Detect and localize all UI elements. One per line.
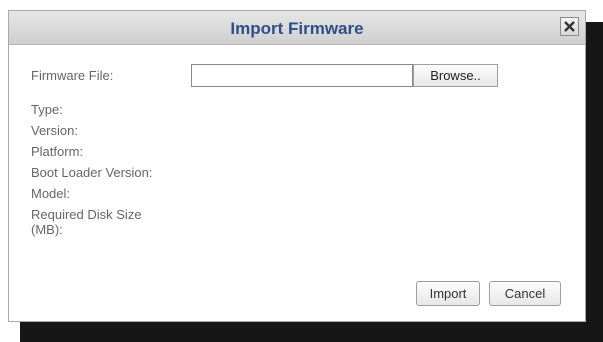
type-label: Type:	[31, 102, 63, 117]
required-disk-size-label-line2: (MB):	[31, 222, 63, 237]
browse-button[interactable]: Browse..	[413, 64, 498, 87]
import-firmware-dialog: Import Firmware Firmware File: Browse.. …	[8, 10, 586, 322]
firmware-file-label: Firmware File:	[31, 68, 114, 83]
dialog-title: Import Firmware	[230, 19, 364, 38]
close-icon	[564, 21, 575, 32]
required-disk-size-label-line1: Required Disk Size	[31, 207, 142, 222]
version-label: Version:	[31, 123, 78, 138]
cancel-button[interactable]: Cancel	[489, 281, 561, 306]
platform-label: Platform:	[31, 144, 84, 159]
required-disk-size-label: Required Disk Size (MB):	[31, 207, 142, 237]
import-button[interactable]: Import	[416, 281, 480, 306]
boot-loader-version-label: Boot Loader Version:	[31, 165, 153, 180]
dialog-titlebar: Import Firmware	[9, 11, 585, 45]
firmware-file-input[interactable]	[191, 64, 413, 87]
close-button[interactable]	[560, 17, 579, 36]
model-label: Model:	[31, 186, 71, 201]
